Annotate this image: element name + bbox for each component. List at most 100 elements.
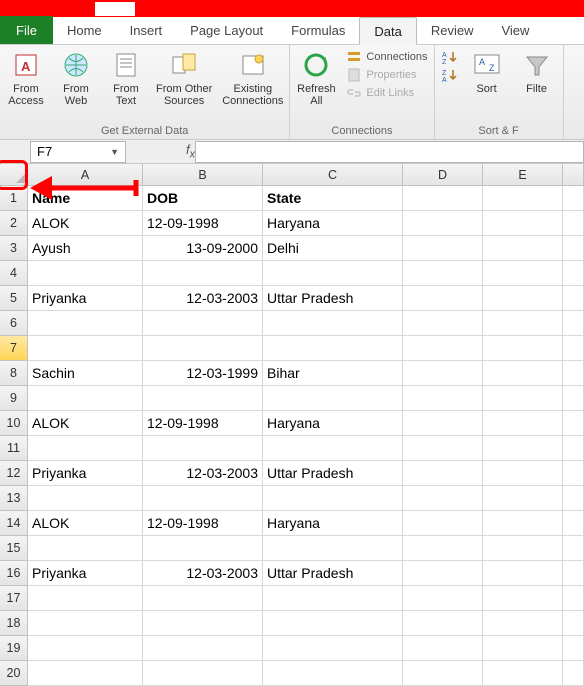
- cell[interactable]: [403, 636, 483, 661]
- row-header[interactable]: 4: [0, 261, 28, 286]
- cell[interactable]: [563, 286, 584, 311]
- tab-formulas[interactable]: Formulas: [277, 16, 359, 44]
- tab-data[interactable]: Data: [359, 17, 416, 45]
- cell[interactable]: [483, 486, 563, 511]
- cell[interactable]: [263, 536, 403, 561]
- cell[interactable]: [263, 661, 403, 686]
- cell[interactable]: [143, 336, 263, 361]
- row-header[interactable]: 10: [0, 411, 28, 436]
- column-header-E[interactable]: E: [483, 164, 563, 186]
- cell[interactable]: 12-03-1999: [143, 361, 263, 386]
- row-header[interactable]: 15: [0, 536, 28, 561]
- cell[interactable]: Sachin: [28, 361, 143, 386]
- cell[interactable]: [28, 536, 143, 561]
- row-header[interactable]: 9: [0, 386, 28, 411]
- cell[interactable]: [403, 361, 483, 386]
- cell[interactable]: [403, 436, 483, 461]
- row-header[interactable]: 18: [0, 611, 28, 636]
- sort-asc-button[interactable]: AZ: [441, 49, 457, 65]
- cell[interactable]: [403, 611, 483, 636]
- cell[interactable]: [143, 386, 263, 411]
- cell[interactable]: Uttar Pradesh: [263, 461, 403, 486]
- cell[interactable]: [483, 236, 563, 261]
- cell[interactable]: [483, 411, 563, 436]
- cell[interactable]: [483, 561, 563, 586]
- cell[interactable]: [483, 661, 563, 686]
- column-header-A[interactable]: A: [28, 164, 143, 186]
- cell[interactable]: [563, 211, 584, 236]
- cell[interactable]: [143, 611, 263, 636]
- connections-button[interactable]: Connections: [346, 49, 427, 65]
- existing-connections-button[interactable]: Existing Connections: [222, 49, 283, 107]
- cell[interactable]: [403, 511, 483, 536]
- cell[interactable]: State: [263, 186, 403, 211]
- cell[interactable]: [403, 461, 483, 486]
- cell[interactable]: [28, 661, 143, 686]
- filter-button[interactable]: Filte: [517, 49, 557, 95]
- tab-review[interactable]: Review: [417, 16, 488, 44]
- cell[interactable]: 12-09-1998: [143, 411, 263, 436]
- cell[interactable]: [483, 186, 563, 211]
- fx-icon[interactable]: fx: [186, 142, 195, 161]
- row-header[interactable]: 13: [0, 486, 28, 511]
- cell[interactable]: Bihar: [263, 361, 403, 386]
- cell[interactable]: [263, 311, 403, 336]
- cell[interactable]: [143, 311, 263, 336]
- column-header-C[interactable]: C: [263, 164, 403, 186]
- row-header[interactable]: 17: [0, 586, 28, 611]
- cell[interactable]: [563, 536, 584, 561]
- cell[interactable]: [403, 411, 483, 436]
- cell[interactable]: [563, 661, 584, 686]
- tab-insert[interactable]: Insert: [116, 16, 177, 44]
- from-web-button[interactable]: From Web: [56, 49, 96, 107]
- from-text-button[interactable]: From Text: [106, 49, 146, 107]
- cell[interactable]: [483, 311, 563, 336]
- cell[interactable]: [483, 261, 563, 286]
- cell[interactable]: 12-09-1998: [143, 511, 263, 536]
- cell[interactable]: [563, 311, 584, 336]
- cell[interactable]: 12-09-1998: [143, 211, 263, 236]
- cell[interactable]: [563, 461, 584, 486]
- row-header[interactable]: 20: [0, 661, 28, 686]
- name-box[interactable]: F7 ▼: [30, 141, 126, 163]
- cell[interactable]: Haryana: [263, 411, 403, 436]
- cell[interactable]: [483, 461, 563, 486]
- row-header[interactable]: 11: [0, 436, 28, 461]
- cell[interactable]: [483, 511, 563, 536]
- cell[interactable]: 13-09-2000: [143, 236, 263, 261]
- cell[interactable]: [143, 436, 263, 461]
- cell[interactable]: [403, 561, 483, 586]
- cell[interactable]: [263, 486, 403, 511]
- cell[interactable]: [563, 411, 584, 436]
- cell[interactable]: [28, 611, 143, 636]
- sort-desc-button[interactable]: ZA: [441, 67, 457, 83]
- cell[interactable]: [563, 436, 584, 461]
- cell[interactable]: 12-03-2003: [143, 461, 263, 486]
- select-all-button[interactable]: [0, 164, 28, 186]
- cell[interactable]: [28, 636, 143, 661]
- tab-home[interactable]: Home: [53, 16, 116, 44]
- cell[interactable]: [143, 486, 263, 511]
- cell[interactable]: [28, 586, 143, 611]
- row-header[interactable]: 8: [0, 361, 28, 386]
- cell[interactable]: [483, 611, 563, 636]
- row-header[interactable]: 16: [0, 561, 28, 586]
- sort-button[interactable]: AZ Sort: [467, 49, 507, 95]
- column-header-D[interactable]: D: [403, 164, 483, 186]
- cell[interactable]: [403, 286, 483, 311]
- cell[interactable]: [28, 436, 143, 461]
- cell[interactable]: [483, 536, 563, 561]
- tab-view[interactable]: View: [487, 16, 543, 44]
- cell[interactable]: [483, 386, 563, 411]
- cell[interactable]: Priyanka: [28, 286, 143, 311]
- cell[interactable]: [403, 236, 483, 261]
- cell[interactable]: [563, 361, 584, 386]
- cell[interactable]: [403, 211, 483, 236]
- cell[interactable]: [403, 536, 483, 561]
- cell[interactable]: [143, 536, 263, 561]
- cell[interactable]: [563, 486, 584, 511]
- cell[interactable]: [403, 261, 483, 286]
- row-header[interactable]: 19: [0, 636, 28, 661]
- cell[interactable]: [403, 586, 483, 611]
- cell[interactable]: [143, 636, 263, 661]
